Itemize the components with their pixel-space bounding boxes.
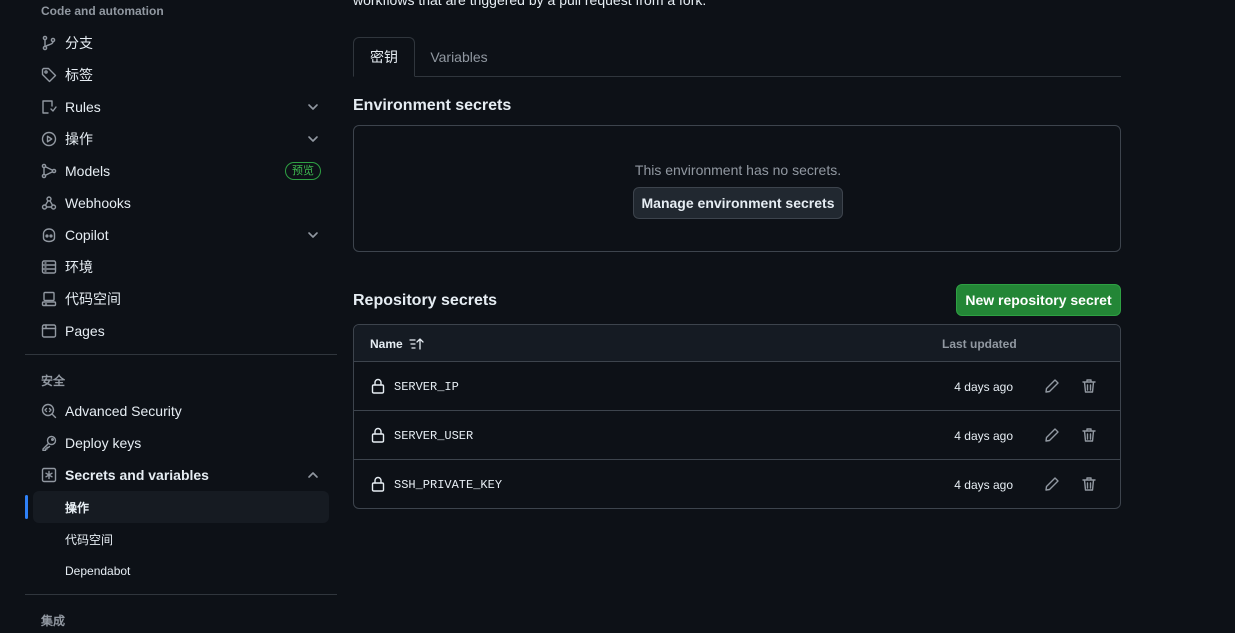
play-icon <box>40 130 58 148</box>
sidebar-subitem-dependabot[interactable]: Dependabot <box>33 555 329 587</box>
sidebar-item-label: Secrets and variables <box>65 467 209 483</box>
sidebar-item-label: Webhooks <box>65 195 131 211</box>
asterisk-icon <box>40 466 58 484</box>
description-text: workflows that are triggered by a pull r… <box>353 0 707 8</box>
sidebar-item-label: Pages <box>65 323 105 339</box>
sidebar-item-codespaces[interactable]: 代码空间 <box>33 284 329 314</box>
section-heading-code-automation: Code and automation <box>41 4 164 18</box>
sidebar-item-pages[interactable]: Pages <box>33 316 329 346</box>
table-row: SSH_PRIVATE_KEY 4 days ago <box>354 460 1120 508</box>
environment-secrets-heading: Environment secrets <box>353 97 512 114</box>
sidebar-item-copilot[interactable]: Copilot <box>33 220 329 250</box>
pencil-icon[interactable] <box>1044 427 1060 443</box>
section-heading-integrations: 集成 <box>41 614 66 628</box>
sidebar-item-branches[interactable]: 分支 <box>33 28 329 58</box>
new-repository-secret-button[interactable]: New repository secret <box>956 284 1121 316</box>
secret-name: SERVER_IP <box>394 380 459 394</box>
table-row: SERVER_USER 4 days ago <box>354 411 1120 460</box>
lock-icon <box>370 427 386 443</box>
sidebar-item-label: 标签 <box>65 67 93 83</box>
tag-icon <box>40 66 58 84</box>
sidebar-subitem-codespaces[interactable]: 代码空间 <box>33 523 329 555</box>
manage-environment-secrets-button[interactable]: Manage environment secrets <box>633 187 843 219</box>
table-row: SERVER_IP 4 days ago <box>354 362 1120 411</box>
table-header: Name Last updated <box>354 325 1120 362</box>
secret-updated: 4 days ago <box>954 429 1013 443</box>
sidebar-item-deploy-keys[interactable]: Deploy keys <box>33 428 329 458</box>
sidebar-item-models[interactable]: Models 预览 <box>33 156 329 186</box>
sidebar-item-advanced-security[interactable]: Advanced Security <box>33 396 329 426</box>
sidebar-item-label: 操作 <box>65 131 93 147</box>
section-heading-security: 安全 <box>41 374 66 388</box>
repository-secrets-heading: Repository secrets <box>353 292 498 309</box>
trash-icon[interactable] <box>1081 476 1097 492</box>
chevron-up-icon[interactable] <box>305 467 321 483</box>
chevron-down-icon[interactable] <box>305 99 321 115</box>
column-header-name[interactable]: Name <box>370 337 425 351</box>
trash-icon[interactable] <box>1081 427 1097 443</box>
chevron-down-icon[interactable] <box>305 131 321 147</box>
browser-icon <box>40 322 58 340</box>
sidebar-item-actions[interactable]: 操作 <box>33 124 329 154</box>
preview-badge: 预览 <box>285 162 321 180</box>
sidebar-item-label: Copilot <box>65 227 109 243</box>
sidebar-item-label: 分支 <box>65 35 93 51</box>
empty-state-text: This environment has no secrets. <box>634 162 842 178</box>
sidebar-divider <box>25 594 337 595</box>
sidebar-item-webhooks[interactable]: Webhooks <box>33 188 329 218</box>
sidebar-item-label: Deploy keys <box>65 435 142 451</box>
secret-updated: 4 days ago <box>954 380 1013 394</box>
branch-icon <box>40 34 58 52</box>
webhook-icon <box>40 194 58 212</box>
environment-secrets-box: This environment has no secrets. Manage … <box>353 125 1121 252</box>
secret-name: SSH_PRIVATE_KEY <box>394 478 503 492</box>
column-header-name-label: Name <box>370 337 403 351</box>
tab-variables[interactable]: Variables <box>419 37 499 77</box>
sidebar-divider <box>25 354 337 355</box>
sort-ascending-icon <box>409 338 424 350</box>
key-icon <box>40 434 58 452</box>
lock-icon <box>370 378 386 394</box>
trash-icon[interactable] <box>1081 378 1097 394</box>
secret-name: SERVER_USER <box>394 429 474 443</box>
sidebar-item-secrets-and-variables[interactable]: Secrets and variables <box>33 460 329 490</box>
tab-bar: 密钥 Variables <box>353 37 1121 77</box>
codescan-icon <box>40 402 58 420</box>
sidebar-item-tags[interactable]: 标签 <box>33 60 329 90</box>
secret-updated: 4 days ago <box>954 478 1013 492</box>
sidebar-item-label: Advanced Security <box>65 403 182 419</box>
settings-sidebar: Code and automation 分支 标签 Rules 操作 Model… <box>0 0 338 633</box>
server-icon <box>40 258 58 276</box>
lock-icon <box>370 476 386 492</box>
sidebar-item-label: 代码空间 <box>65 291 121 307</box>
copilot-icon <box>40 226 58 244</box>
rules-icon <box>40 98 58 116</box>
tab-secrets[interactable]: 密钥 <box>353 37 415 77</box>
models-icon <box>40 162 58 180</box>
pencil-icon[interactable] <box>1044 476 1060 492</box>
sidebar-item-label: Rules <box>65 99 101 115</box>
sidebar-item-environments[interactable]: 环境 <box>33 252 329 282</box>
column-header-last-updated: Last updated <box>942 337 1017 351</box>
codespaces-icon <box>40 290 58 308</box>
sidebar-item-rules[interactable]: Rules <box>33 92 329 122</box>
secrets-table: Name Last updated SERVER_IP 4 days ago S… <box>353 324 1121 509</box>
sidebar-item-label: Models <box>65 163 111 179</box>
chevron-down-icon[interactable] <box>305 227 321 243</box>
sidebar-subitem-actions[interactable]: 操作 <box>33 491 329 523</box>
active-indicator <box>25 495 28 519</box>
sidebar-item-label: 环境 <box>65 259 93 275</box>
pencil-icon[interactable] <box>1044 378 1060 394</box>
